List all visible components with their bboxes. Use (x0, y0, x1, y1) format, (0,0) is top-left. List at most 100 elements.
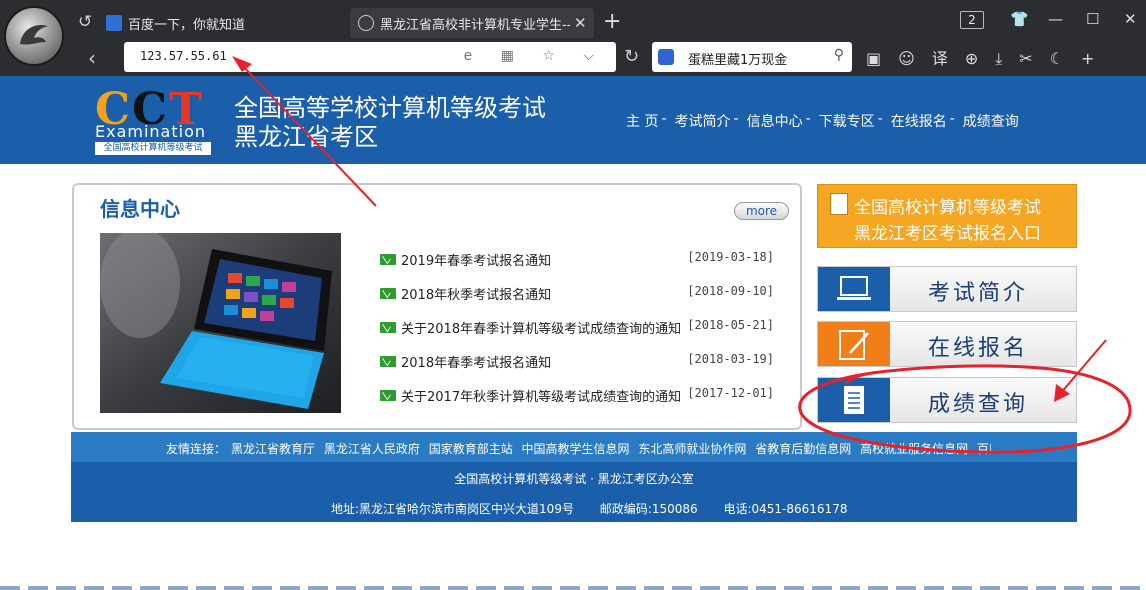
tab-count-badge[interactable]: 2 (960, 11, 984, 29)
footer-contact: 地址:黑龙江省哈尔滨市南岗区中兴大道109号 邮政编码:150086 电话:04… (331, 500, 869, 517)
screenshot-root: ↺ 百度一下，你就知道 黑龙江省高校非计算机专业学生--计 ✕ + 2 👕 — … (0, 0, 1146, 590)
list-item[interactable]: 2018年春季考试报名通知 [2018-03-19] (380, 352, 778, 386)
news-title[interactable]: 关于2018年春季计算机等级考试成绩查询的通知 (401, 318, 683, 337)
envelope-icon (380, 356, 396, 367)
translate-icon[interactable]: 译 (932, 49, 965, 68)
link-item[interactable]: 黑龙江省人民政府 (324, 442, 420, 456)
browser-chrome: ↺ 百度一下，你就知道 黑龙江省高校非计算机专业学生--计 ✕ + 2 👕 — … (0, 0, 1146, 76)
new-tab-button[interactable]: + (603, 9, 621, 34)
close-tab-icon[interactable]: ✕ (574, 14, 587, 32)
info-center-title: 信息中心 (100, 197, 180, 221)
logo-tagline: 全国高校计算机等级考试 (95, 142, 211, 155)
document-icon (830, 193, 848, 215)
baidu-paw-icon[interactable] (658, 49, 674, 65)
links-list: 黑龙江省教育厅 黑龙江省人民政府 国家教育部主站 中国高教学生信息网 东北高师就… (231, 440, 991, 457)
button-label: 成绩查询 (928, 392, 1029, 417)
more-button[interactable]: more (734, 202, 789, 220)
nav-home[interactable]: 主 页 (626, 111, 658, 131)
news-date: [2018-09-10] (687, 284, 774, 298)
button-label: 考试简介 (928, 281, 1029, 306)
nav-separator: - (661, 111, 667, 127)
score-query-button[interactable]: 成绩查询 (817, 377, 1077, 423)
tab-title: 百度一下，你就知道 (128, 17, 246, 33)
link-item[interactable]: 省教育后勤信息网 (755, 442, 851, 456)
search-icon[interactable]: ⚲ (834, 47, 844, 63)
site-title-line1: 全国高等学校计算机等级考试 (234, 94, 546, 122)
shirt-skin-icon[interactable]: 👕 (1010, 10, 1029, 28)
tab-baidu[interactable]: 百度一下，你就知道 (106, 8, 346, 38)
link-item[interactable]: 国家教育部主站 (429, 442, 513, 456)
envelope-icon (380, 390, 396, 401)
footer-org: 全国高校计算机等级考试 · 黑龙江考区办公室 (454, 472, 694, 486)
minimize-icon[interactable]: — (1048, 10, 1063, 28)
online-register-button[interactable]: 在线报名 (817, 321, 1077, 367)
maximize-icon[interactable]: ☐ (1086, 10, 1099, 28)
search-input[interactable]: 蛋糕里藏1万现金 (688, 49, 787, 68)
footer-postcode: 邮政编码:150086 (599, 502, 698, 516)
news-date: [2018-05-21] (687, 318, 774, 332)
footer-address: 地址:黑龙江省哈尔滨市南岗区中兴大道109号 (331, 502, 574, 516)
nav-score-query[interactable]: 成绩查询 (963, 111, 1019, 131)
link-item[interactable]: 百度 (977, 442, 991, 456)
nav-online-register[interactable]: 在线报名 (891, 111, 947, 131)
close-window-icon[interactable]: ✕ (1124, 10, 1137, 28)
address-bar-icons[interactable]: e ▦ ☆ ⌵ (464, 48, 606, 64)
tablet-photo (100, 233, 341, 413)
nav-separator: - (877, 111, 883, 127)
envelope-icon (380, 322, 396, 333)
search-box[interactable]: 蛋糕里藏1万现金 ⚲ (652, 42, 852, 72)
pen-paper-icon (818, 322, 890, 366)
address-input[interactable]: 123.57.55.61 (140, 49, 227, 63)
list-item[interactable]: 关于2017年秋季计算机等级考试成绩查询的通知 [2017-12-01] (380, 386, 778, 420)
nav-separator: - (949, 111, 955, 127)
news-title[interactable]: 2018年秋季考试报名通知 (401, 284, 683, 303)
news-list: 2019年春季考试报名通知 [2019-03-18] 2018年秋季考试报名通知… (380, 250, 778, 420)
site-title: 全国高等学校计算机等级考试 黑龙江省考区 (234, 94, 546, 152)
news-title[interactable]: 关于2017年秋季计算机等级考试成绩查询的通知 (401, 386, 683, 405)
banner-line2: 黑龙江考区考试报名入口 (854, 224, 1041, 244)
site-footer: 全国高校计算机等级考试 · 黑龙江考区办公室 地址:黑龙江省哈尔滨市南岗区中兴大… (71, 462, 1077, 522)
link-item[interactable]: 中国高教学生信息网 (522, 442, 630, 456)
link-item[interactable]: 高校就业服务信息网 (860, 442, 968, 456)
site-title-line2: 黑龙江省考区 (234, 123, 378, 151)
nav-separator: - (733, 111, 739, 127)
registration-entry-banner[interactable]: 全国高校计算机等级考试 黑龙江考区考试报名入口 (817, 184, 1077, 248)
tab-active[interactable]: 黑龙江省高校非计算机专业学生--计 ✕ (350, 8, 594, 38)
tab-title: 黑龙江省高校非计算机专业学生--计 (380, 17, 570, 33)
document-list-icon (818, 378, 890, 422)
baidu-favicon-icon (106, 15, 122, 31)
news-title[interactable]: 2019年春季考试报名通知 (401, 250, 683, 269)
bottom-strip (0, 586, 1146, 590)
undo-tab-icon[interactable]: ↺ (78, 12, 92, 32)
friend-links-bar: 友情连接： 黑龙江省教育厅 黑龙江省人民政府 国家教育部主站 中国高教学生信息网… (71, 432, 1077, 462)
nav-exam-intro[interactable]: 考试简介 (675, 111, 731, 131)
globe-icon (358, 15, 374, 31)
banner-line1: 全国高校计算机等级考试 (854, 198, 1041, 218)
news-date: [2018-03-19] (687, 352, 774, 366)
toolbar-icons[interactable]: ▣☺译⊕⤓✂☾+ (866, 45, 1111, 69)
links-label: 友情连接： (166, 442, 227, 456)
list-item[interactable]: 关于2018年春季计算机等级考试成绩查询的通知 [2018-05-21] (380, 318, 778, 352)
list-item[interactable]: 2019年春季考试报名通知 [2019-03-18] (380, 250, 778, 284)
envelope-icon (380, 288, 396, 299)
back-icon[interactable]: ‹ (88, 46, 96, 70)
reload-icon[interactable]: ↻ (624, 46, 639, 67)
envelope-icon (380, 254, 396, 265)
address-bar[interactable]: 123.57.55.61 e ▦ ☆ ⌵ (124, 42, 616, 72)
logo-subtitle: Examination (95, 122, 207, 141)
nav-downloads[interactable]: 下载专区 (819, 111, 875, 131)
nav-info-center[interactable]: 信息中心 (747, 111, 803, 131)
link-item[interactable]: 黑龙江省教育厅 (231, 442, 315, 456)
link-item[interactable]: 东北高师就业协作网 (638, 442, 746, 456)
nav-separator: - (805, 111, 811, 127)
button-label: 在线报名 (928, 336, 1029, 361)
news-date: [2019-03-18] (687, 250, 774, 264)
browser-logo-icon[interactable] (4, 6, 64, 66)
laptop-icon (818, 267, 890, 311)
exam-intro-button[interactable]: 考试简介 (817, 266, 1077, 312)
cct-logo[interactable]: CCT Examination 全国高校计算机等级考试 (95, 84, 213, 156)
main-nav: 主 页- 考试简介 - 信息中心 - 下载专区 - 在线报名 - 成绩查询 (626, 111, 1031, 131)
list-item[interactable]: 2018年秋季考试报名通知 [2018-09-10] (380, 284, 778, 318)
news-title[interactable]: 2018年春季考试报名通知 (401, 352, 683, 371)
footer-phone: 电话:0451-86616178 (723, 502, 848, 516)
